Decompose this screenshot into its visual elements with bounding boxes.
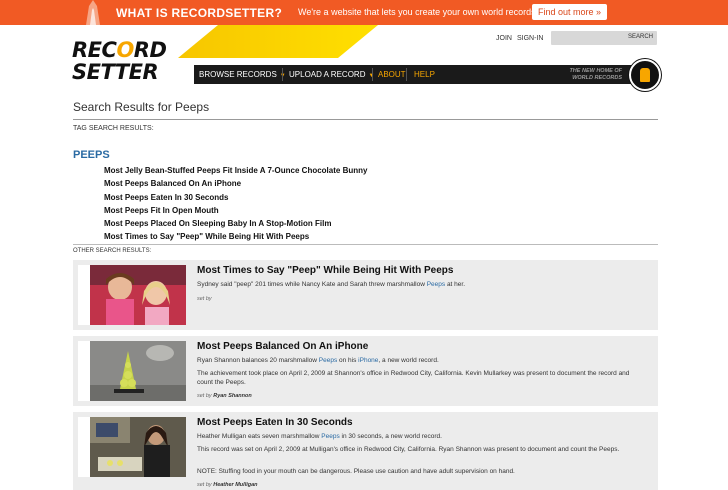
search-input[interactable]: SEARCH <box>551 31 657 45</box>
search-button[interactable]: SEARCH <box>628 34 653 40</box>
tag-name-link[interactable]: PEEPS <box>73 149 110 161</box>
result-details: This record was set on April 2, 2009 at … <box>197 446 620 453</box>
page-title: Search Results for Peeps <box>73 100 210 114</box>
girls-photo-image <box>90 265 186 325</box>
tag-result-link[interactable]: Most Peeps Placed On Sleeping Baby In A … <box>104 218 367 231</box>
trophy-icon <box>86 0 100 25</box>
tag-result-link[interactable]: Most Peeps Fit In Open Mouth <box>104 205 367 218</box>
search-result-card: Most Times to Say "Peep" While Being Hit… <box>73 260 658 330</box>
result-note: NOTE: Stuffing food in your mouth can be… <box>197 468 515 475</box>
set-by: set by <box>197 296 212 302</box>
yellow-stripe-decoration <box>178 25 378 58</box>
find-out-more-button[interactable]: Find out more » <box>532 4 608 20</box>
banner-title: WHAT IS RECORDSETTER? <box>116 6 283 20</box>
result-thumbnail[interactable] <box>78 341 186 401</box>
nav-divider <box>406 68 407 81</box>
search-result-card: Most Peeps Balanced On An iPhone Ryan Sh… <box>73 336 658 406</box>
search-result-card: Most Peeps Eaten In 30 Seconds Heather M… <box>73 412 658 490</box>
tag-results-list: Most Jelly Bean-Stuffed Peeps Fit Inside… <box>104 165 367 245</box>
result-description: Sydney said "peep" 201 times while Nancy… <box>197 281 466 288</box>
tag-search-heading: TAG SEARCH RESULTS: <box>73 125 154 132</box>
divider <box>73 119 658 120</box>
peeps-link[interactable]: Peeps <box>319 357 337 364</box>
certified-seal-icon <box>629 59 661 91</box>
banner-tagline: We're a website that lets you create you… <box>298 7 539 17</box>
result-title-link[interactable]: Most Peeps Balanced On An iPhone <box>197 341 368 352</box>
set-by: set by Heather Mulligan <box>197 482 258 488</box>
office-eating-image <box>90 417 186 477</box>
other-search-heading: OTHER SEARCH RESULTS: <box>73 248 152 254</box>
tag-result-link[interactable]: Most Peeps Balanced On An iPhone <box>104 178 367 191</box>
setter-link[interactable]: Ryan Shannon <box>213 393 252 399</box>
divider <box>73 244 658 245</box>
peeps-link[interactable]: Peeps <box>321 433 339 440</box>
peeps-on-iphone-image <box>90 341 186 401</box>
setter-link[interactable]: Heather Mulligan <box>213 482 257 488</box>
sign-in-link[interactable]: SIGN-IN <box>517 35 543 42</box>
tag-result-link[interactable]: Most Peeps Eaten In 30 Seconds <box>104 192 367 205</box>
result-title-link[interactable]: Most Peeps Eaten In 30 Seconds <box>197 417 353 428</box>
flame-icon: O <box>116 38 134 62</box>
site-tagline: THE NEW HOME OF WORLD RECORDS <box>569 68 622 81</box>
nav-upload-record[interactable]: UPLOAD A RECORD▼ <box>289 70 374 79</box>
set-by: set by Ryan Shannon <box>197 393 252 399</box>
result-title-link[interactable]: Most Times to Say "Peep" While Being Hit… <box>197 265 453 276</box>
site-header: RECORD SETTER JOIN SIGN-IN SEARCH BROWSE… <box>0 25 728 91</box>
result-details: The achievement took place on April 2, 2… <box>197 370 630 386</box>
join-link[interactable]: JOIN <box>496 35 512 42</box>
promo-banner: WHAT IS RECORDSETTER? We're a website th… <box>0 0 728 25</box>
nav-divider <box>282 68 283 81</box>
nav-about[interactable]: ABOUT <box>378 70 406 79</box>
tag-result-link[interactable]: Most Times to Say "Peep" While Being Hit… <box>104 231 367 244</box>
nav-browse-records[interactable]: BROWSE RECORDS▼ <box>199 70 286 79</box>
result-description: Ryan Shannon balances 20 marshmallow Pee… <box>197 357 439 364</box>
result-description: Heather Mulligan eats seven marshmallow … <box>197 433 442 440</box>
nav-divider <box>372 68 373 81</box>
recordsetter-logo[interactable]: RECORD SETTER <box>72 39 182 89</box>
tag-result-link[interactable]: Most Jelly Bean-Stuffed Peeps Fit Inside… <box>104 165 367 178</box>
iphone-link[interactable]: iPhone <box>358 357 378 364</box>
peeps-link[interactable]: Peeps <box>427 281 445 288</box>
result-thumbnail[interactable] <box>78 417 186 477</box>
nav-help[interactable]: HELP <box>414 70 435 79</box>
result-thumbnail[interactable] <box>78 265 186 325</box>
